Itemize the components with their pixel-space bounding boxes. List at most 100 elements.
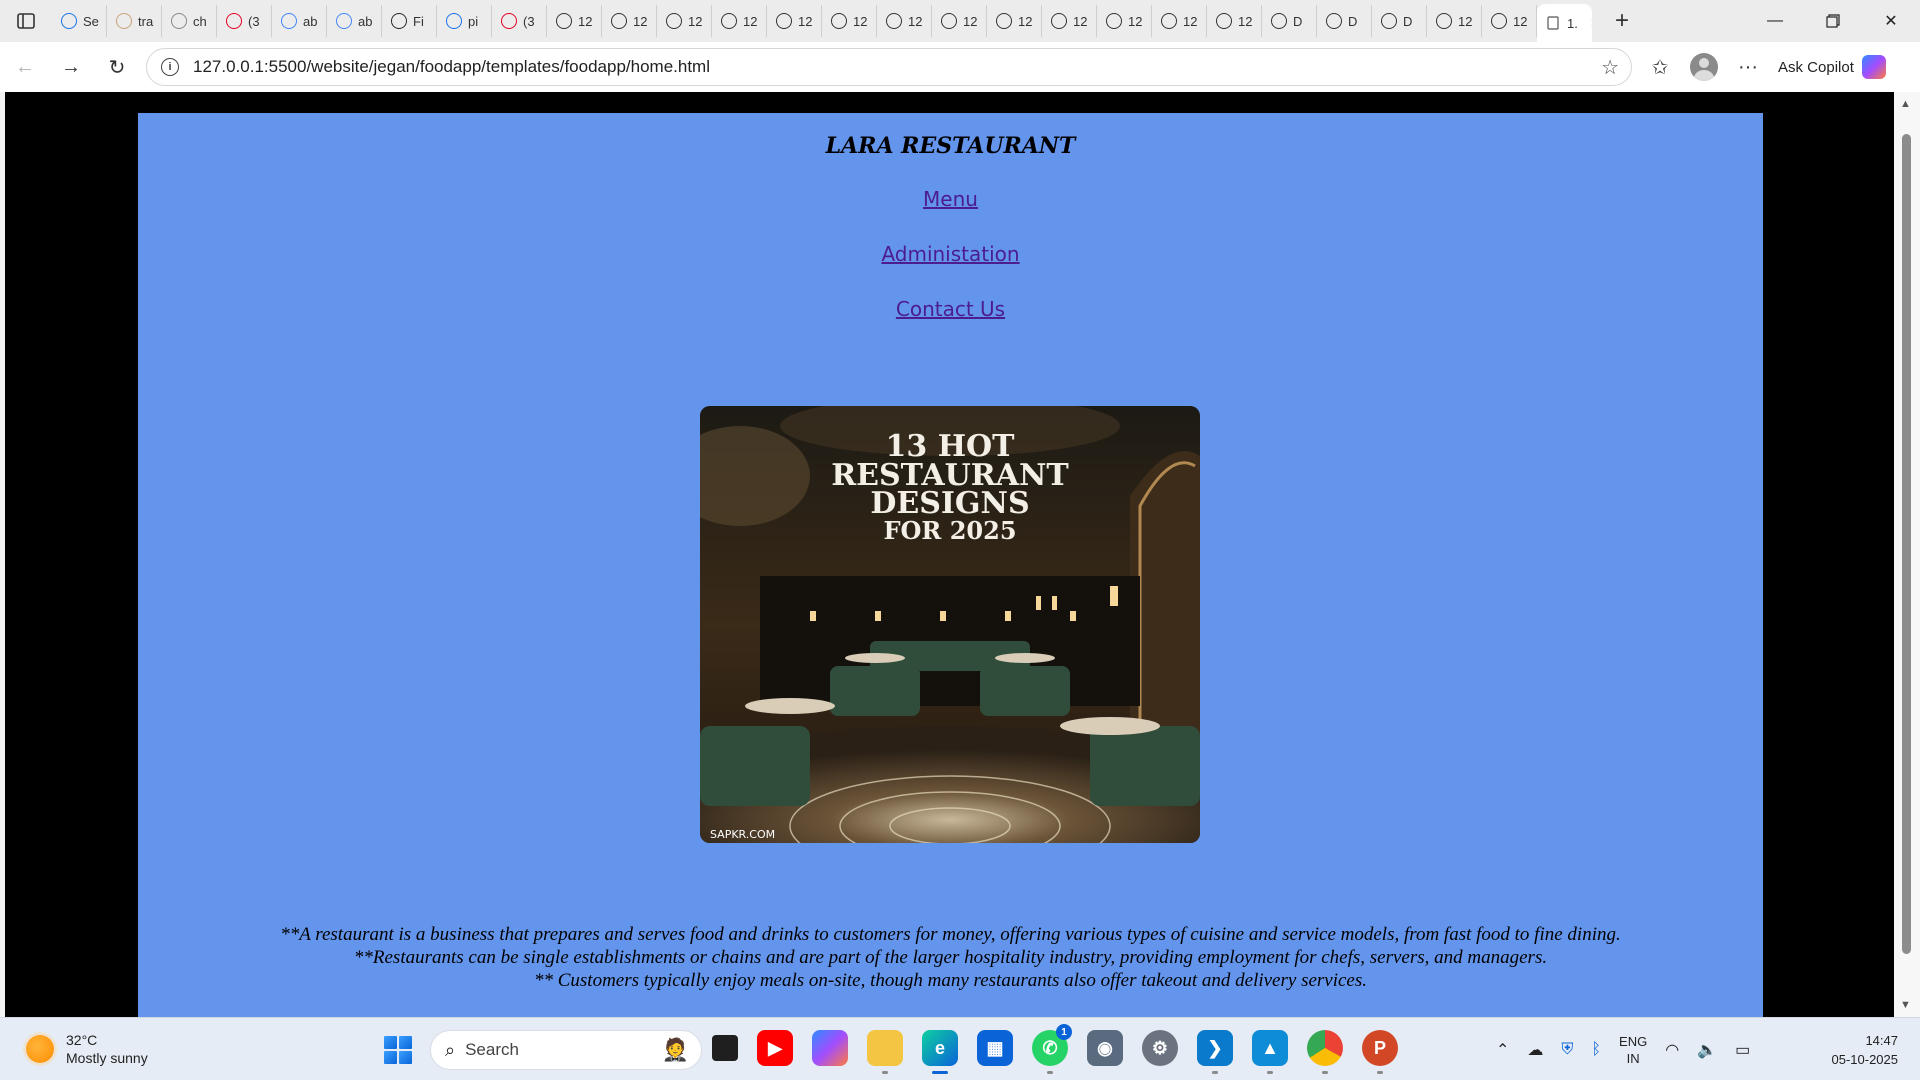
tab-26[interactable]: 12 xyxy=(1482,5,1537,37)
back-button[interactable]: ← xyxy=(2,47,48,87)
tab-label: 12 xyxy=(743,13,758,29)
weather-temp: 32°C xyxy=(66,1032,98,1048)
tab-16[interactable]: 12 xyxy=(932,5,987,37)
globe-icon xyxy=(1491,13,1507,29)
wifi-icon[interactable]: ◠ xyxy=(1665,1040,1679,1060)
close-icon[interactable]: ✕ xyxy=(1590,15,1592,32)
tab-20[interactable]: 12 xyxy=(1152,5,1207,37)
scroll-up-icon[interactable]: ▲ xyxy=(1900,98,1911,110)
close-icon: ✕ xyxy=(1884,13,1898,30)
tab-5[interactable]: ab xyxy=(327,5,382,37)
tab-9[interactable]: 12 xyxy=(547,5,602,37)
tab-label: Fi xyxy=(413,13,424,29)
pinterest-icon xyxy=(226,13,242,29)
scroll-thumb[interactable] xyxy=(1902,134,1911,954)
powerpoint-icon[interactable]: P xyxy=(1362,1030,1398,1074)
tab-25[interactable]: 12 xyxy=(1427,5,1482,37)
menu-link[interactable]: Menu xyxy=(138,187,1763,211)
tab-19[interactable]: 12 xyxy=(1097,5,1152,37)
tab-2[interactable]: ch xyxy=(162,5,217,37)
task-view-icon[interactable] xyxy=(712,1035,738,1061)
tab-label: 12 xyxy=(1238,13,1253,29)
search-icon: ⌕ xyxy=(445,1039,456,1060)
tab-17[interactable]: 12 xyxy=(987,5,1042,37)
tab-actions-button[interactable] xyxy=(0,0,52,42)
image-icon xyxy=(116,13,132,29)
favorites-icon[interactable]: ✩ xyxy=(1646,55,1674,80)
language-indicator[interactable]: ENG IN xyxy=(1619,1033,1647,1067)
ask-copilot-button[interactable]: Ask Copilot xyxy=(1778,55,1886,79)
show-hidden-icons-chevron-icon[interactable]: ⌃ xyxy=(1496,1040,1509,1060)
forward-button[interactable]: → xyxy=(48,47,94,87)
chrome-icon[interactable] xyxy=(1307,1030,1343,1074)
tab-4[interactable]: ab xyxy=(272,5,327,37)
vertical-scrollbar[interactable]: ▲ ▼ xyxy=(1894,92,1920,1017)
globe-icon xyxy=(1326,13,1342,29)
new-tab-button[interactable]: + xyxy=(1602,5,1642,37)
tab-10[interactable]: 12 xyxy=(602,5,657,37)
tab-6[interactable]: Fi xyxy=(382,5,437,37)
restore-button[interactable] xyxy=(1804,0,1862,42)
tab-8[interactable]: (3 xyxy=(492,5,547,37)
tab-active[interactable]: 1. ✕ xyxy=(1537,4,1592,42)
edge-icon[interactable]: e xyxy=(922,1030,958,1074)
url-text[interactable]: 127.0.0.1:5500/website/jegan/foodapp/tem… xyxy=(193,57,710,77)
tab-24[interactable]: D xyxy=(1372,5,1427,37)
settings-icon[interactable]: ⚙ xyxy=(1142,1030,1178,1066)
refresh-button[interactable]: ↻ xyxy=(94,47,140,87)
weather-widget[interactable]: 32°C Mostly sunny xyxy=(26,1031,148,1067)
battery-icon[interactable]: ▭ xyxy=(1735,1040,1750,1060)
site-info-icon[interactable]: i xyxy=(161,58,179,76)
globe-icon xyxy=(1436,13,1452,29)
file-explorer-icon[interactable] xyxy=(867,1030,903,1074)
copilot-app-icon[interactable] xyxy=(812,1030,848,1066)
back-arrow-icon: ← xyxy=(15,55,35,78)
restaurant-image: 13 HOT RESTAURANT DESIGNS FOR 2025 SAPKR… xyxy=(700,406,1200,843)
language-code: ENG xyxy=(1619,1033,1648,1049)
favorite-star-icon[interactable]: ☆ xyxy=(1601,55,1619,80)
bluetooth-icon[interactable]: ᛒ xyxy=(1591,1041,1601,1059)
minimize-button[interactable]: — xyxy=(1746,0,1804,42)
tab-13[interactable]: 12 xyxy=(767,5,822,37)
youtube-icon[interactable]: ▶ xyxy=(757,1030,793,1066)
contact-us-link[interactable]: Contact Us xyxy=(138,297,1763,321)
start-button[interactable] xyxy=(384,1036,412,1064)
taskbar-search[interactable]: ⌕ Search 🤵 xyxy=(430,1030,702,1070)
tab-15[interactable]: 12 xyxy=(877,5,932,37)
more-options-icon[interactable]: ··· xyxy=(1734,56,1762,79)
tab-22[interactable]: D xyxy=(1262,5,1317,37)
globe-icon xyxy=(556,13,572,29)
store-icon[interactable]: ▦ xyxy=(977,1030,1013,1066)
globe-icon xyxy=(1106,13,1122,29)
defender-shield-icon[interactable]: ⛨ xyxy=(1561,1041,1573,1059)
description-line-1: **A restaurant is a business that prepar… xyxy=(280,924,1621,945)
tab-21[interactable]: 12 xyxy=(1207,5,1262,37)
tab-18[interactable]: 12 xyxy=(1042,5,1097,37)
tab-7[interactable]: pi xyxy=(437,5,492,37)
tab-14[interactable]: 12 xyxy=(822,5,877,37)
tab-1[interactable]: tra xyxy=(107,5,162,37)
profile-avatar[interactable] xyxy=(1690,53,1718,81)
tab-0[interactable]: Se xyxy=(52,5,107,37)
clock[interactable]: 14:47 05-10-2025 xyxy=(1832,1031,1899,1069)
globe-icon xyxy=(1051,13,1067,29)
tab-11[interactable]: 12 xyxy=(657,5,712,37)
camera-icon[interactable]: ◉ xyxy=(1087,1030,1123,1066)
scroll-down-icon[interactable]: ▼ xyxy=(1900,999,1911,1011)
globe-icon xyxy=(941,13,957,29)
whatsapp-icon[interactable]: ✆ 1 xyxy=(1032,1024,1072,1074)
close-window-button[interactable]: ✕ xyxy=(1862,0,1920,42)
photos-icon[interactable]: ▲ xyxy=(1252,1030,1288,1074)
tab-actions-icon xyxy=(17,13,35,29)
description-line-2: **Restaurants can be single establishmen… xyxy=(353,947,1548,968)
vscode-icon[interactable]: ❯ xyxy=(1197,1030,1233,1074)
tab-label: 12 xyxy=(633,13,648,29)
tab-12[interactable]: 12 xyxy=(712,5,767,37)
tab-3[interactable]: (3 xyxy=(217,5,272,37)
restaurant-interior-illustration: 13 HOT RESTAURANT DESIGNS FOR 2025 SAPKR… xyxy=(700,406,1200,843)
administation-link[interactable]: Administation xyxy=(138,242,1763,266)
address-bar[interactable]: i 127.0.0.1:5500/website/jegan/foodapp/t… xyxy=(146,48,1632,86)
onedrive-icon[interactable]: ☁ xyxy=(1527,1040,1543,1060)
volume-icon[interactable]: 🔈 xyxy=(1697,1040,1717,1060)
tab-23[interactable]: D xyxy=(1317,5,1372,37)
